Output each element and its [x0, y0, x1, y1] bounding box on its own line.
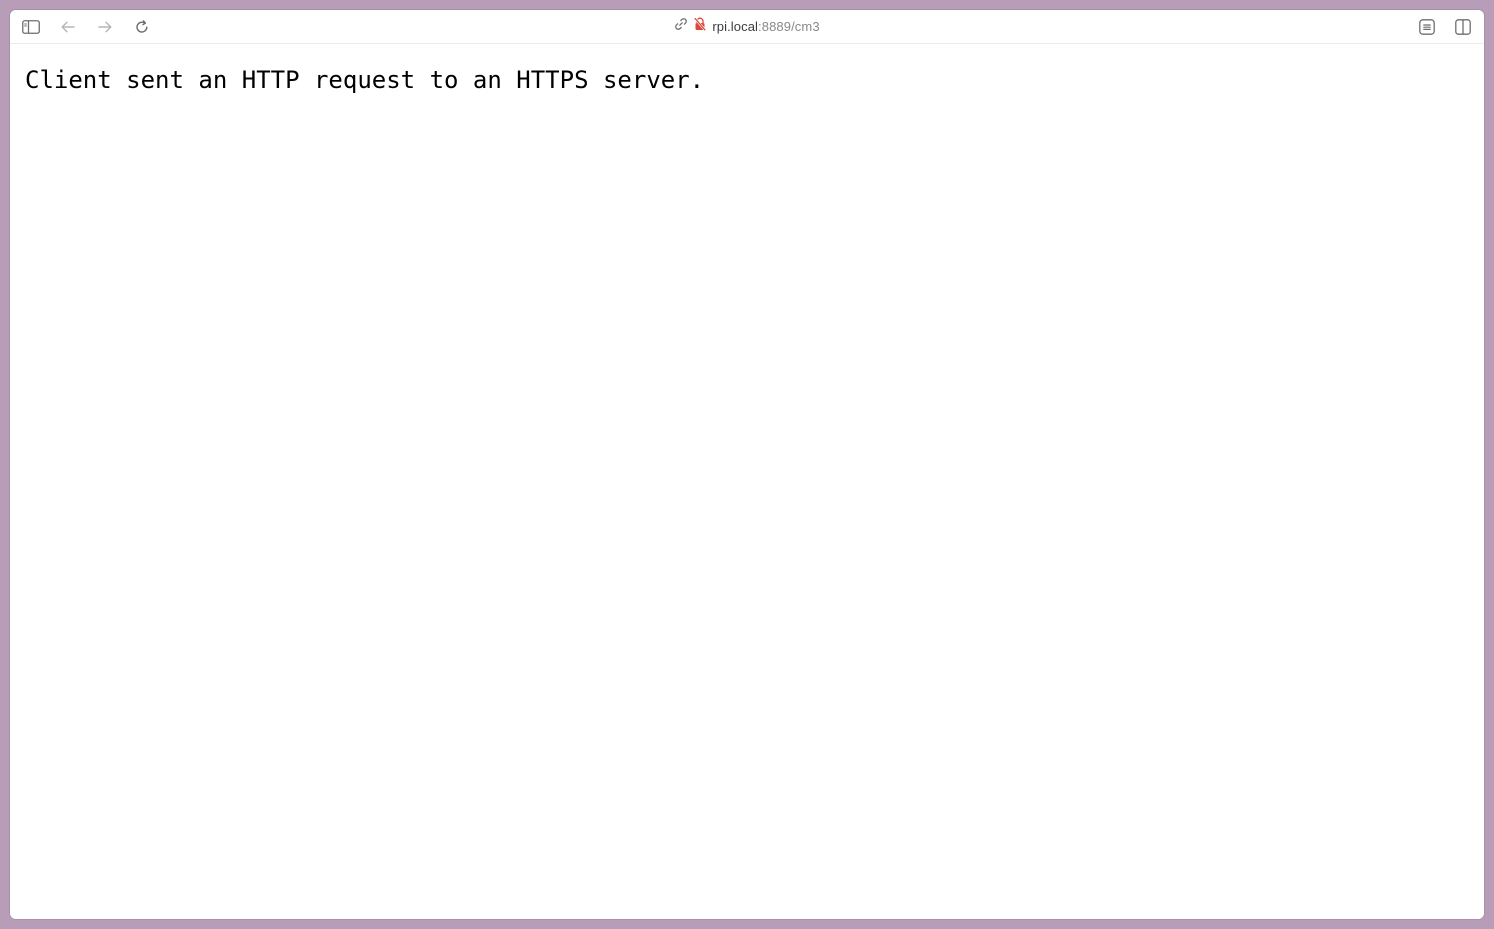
not-secure-lock-icon[interactable]	[694, 17, 707, 36]
url-text[interactable]: rpi.local:8889/cm3	[712, 19, 819, 34]
forward-button[interactable]	[95, 17, 115, 37]
split-view-icon	[1455, 19, 1471, 35]
split-view-button[interactable]	[1453, 17, 1473, 37]
browser-toolbar: rpi.local:8889/cm3	[10, 10, 1484, 44]
reload-icon	[135, 20, 149, 34]
url-port-path: :8889/cm3	[758, 19, 820, 34]
page-content: Client sent an HTTP request to an HTTPS …	[10, 44, 1484, 919]
sidebar-toggle-icon	[22, 20, 40, 34]
browser-window: rpi.local:8889/cm3 Client sent an HTTP r…	[10, 10, 1484, 919]
link-icon	[674, 17, 688, 36]
reader-icon	[1419, 19, 1435, 35]
sidebar-toggle-button[interactable]	[21, 17, 41, 37]
address-field[interactable]: rpi.local:8889/cm3	[674, 17, 820, 36]
reload-button[interactable]	[132, 17, 152, 37]
arrow-left-icon	[61, 21, 75, 33]
error-message: Client sent an HTTP request to an HTTPS …	[25, 66, 705, 94]
arrow-right-icon	[98, 21, 112, 33]
back-button[interactable]	[58, 17, 78, 37]
address-bar: rpi.local:8889/cm3	[10, 10, 1484, 43]
url-host: rpi.local	[712, 19, 759, 34]
reader-button[interactable]	[1417, 17, 1437, 37]
